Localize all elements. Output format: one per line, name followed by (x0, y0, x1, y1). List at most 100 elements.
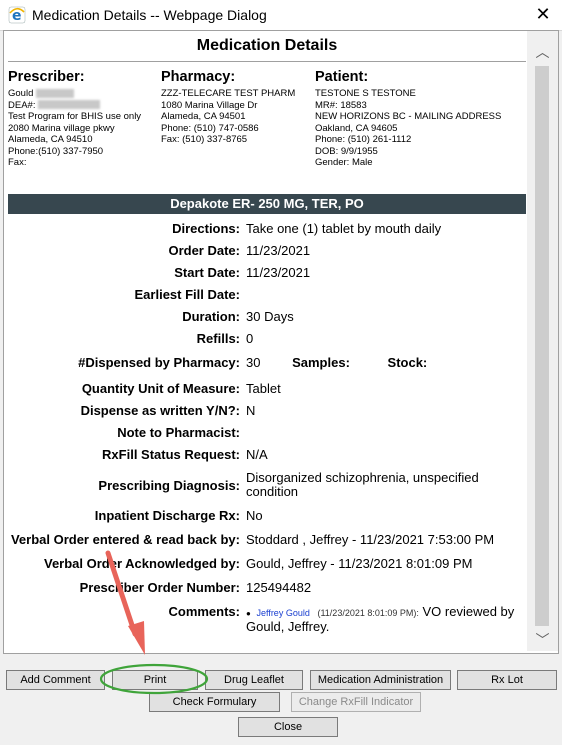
row-qty-unit: Quantity Unit of Measure: Tablet (8, 381, 526, 396)
label: Duration: (182, 309, 240, 324)
label: Inpatient Discharge Rx: (94, 508, 240, 523)
label: #Dispensed by Pharmacy: (78, 355, 240, 370)
value: 125494482 (246, 580, 312, 595)
pharmacy-address2: Alameda, CA 94501 (161, 111, 246, 122)
row-daw: Dispense as written Y/N?: N (8, 403, 526, 418)
label: Verbal Order entered & read back by: (10, 532, 240, 547)
row-diagnosis: Prescribing Diagnosis: Disorganized schi… (8, 471, 526, 499)
label: Note to Pharmacist: (117, 425, 240, 440)
medication-administration-button[interactable]: Medication Administration (310, 670, 451, 690)
scroll-thumb[interactable] (535, 66, 549, 626)
label: RxFill Status Request: (102, 447, 240, 462)
label: Order Date: (168, 243, 240, 258)
value: Disorganized schizophrenia, unspecified … (246, 470, 479, 499)
row-verbal-entered: Verbal Order entered & read back by: Sto… (8, 532, 526, 547)
ie-icon: e (8, 6, 26, 24)
value (246, 287, 516, 302)
label: Quantity Unit of Measure: (81, 381, 240, 396)
row-duration: Duration: 30 Days (8, 309, 526, 324)
prescriber-heading: Prescriber: (8, 69, 85, 85)
row-rxfill-status: RxFill Status Request: N/A (8, 447, 526, 462)
patient-dob: DOB: 9/9/1955 (315, 145, 378, 157)
prescriber-dea-label: DEA#: (8, 99, 36, 111)
patient-phone: Phone: (510) 261-1112 (315, 134, 412, 145)
value: No (246, 508, 263, 523)
dialog-frame: Medication Details Prescriber: Gould DEA… (3, 30, 559, 654)
row-verbal-ack: Verbal Order Acknowledged by: Gould, Jef… (8, 556, 526, 571)
comment-date: (11/23/2021 8:01:09 PM): (317, 608, 419, 618)
page-title: Medication Details (8, 37, 526, 62)
prescriber-phone: Phone:(510) 337-7950 (8, 145, 104, 157)
redacted-block (38, 100, 101, 110)
patient-address2: Oakland, CA 94605 (315, 122, 398, 134)
row-earliest-fill: Earliest Fill Date: (8, 287, 526, 302)
drug-banner: Depakote ER- 250 MG, TER, PO (8, 194, 526, 214)
value (246, 425, 516, 440)
value: 30 Days (246, 309, 294, 324)
prescriber-address2: Alameda, CA 94510 (8, 134, 93, 145)
label: Refills: (196, 331, 240, 346)
row-start-date: Start Date: 11/23/2021 (8, 265, 526, 280)
label: Earliest Fill Date: (134, 287, 240, 302)
row-refills: Refills: 0 (8, 331, 526, 346)
comment-author-link[interactable]: Jeffrey Gould (256, 608, 309, 618)
pharmacy-address1: 1080 Marina Village Dr (161, 99, 258, 111)
change-rxfill-indicator-button: Change RxFill Indicator (291, 692, 421, 712)
patient-mr: MR#: 18583 (315, 99, 367, 111)
patient-heading: Patient: (315, 69, 369, 85)
value: Stoddard , Jeffrey - 11/23/2021 7:53:00 … (246, 532, 495, 547)
content-pane: Medication Details Prescriber: Gould DEA… (8, 35, 526, 649)
patient-gender: Gender: Male (315, 157, 373, 168)
print-button[interactable]: Print (112, 670, 198, 690)
close-button[interactable]: Close (238, 717, 338, 737)
prescriber-program: Test Program for BHIS use only (8, 111, 142, 122)
label: Prescriber Order Number: (79, 580, 240, 595)
row-directions: Directions: Take one (1) tablet by mouth… (8, 221, 526, 236)
value: 11/23/2021 (246, 265, 311, 280)
label: Directions: (172, 221, 240, 236)
bullet-icon: ● (246, 609, 251, 618)
window-titlebar: e Medication Details -- Webpage Dialog ✕ (0, 0, 562, 31)
vertical-scrollbar[interactable]: ︿ ﹀ (527, 31, 558, 651)
row-order-date: Order Date: 11/23/2021 (8, 243, 526, 258)
dispensed-value: 30 (246, 355, 261, 370)
prescriber-address1: 2080 Marina village pkwy (8, 122, 115, 134)
scroll-up-icon[interactable]: ︿ (527, 41, 558, 63)
scroll-down-icon[interactable]: ﹀ (527, 629, 558, 651)
label: Verbal Order Acknowledged by: (43, 556, 240, 571)
close-icon[interactable]: ✕ (532, 3, 554, 25)
value: N (246, 403, 256, 418)
stock-label: Stock: (387, 355, 428, 370)
row-note: Note to Pharmacist: (8, 425, 526, 440)
pharmacy-block: Pharmacy: ZZZ-TELECARE TEST PHARM 1080 M… (161, 70, 295, 146)
value: Tablet (246, 381, 281, 396)
details-rows: Directions: Take one (1) tablet by mouth… (8, 221, 526, 634)
label: Prescribing Diagnosis: (98, 478, 240, 493)
rx-lot-button[interactable]: Rx Lot (457, 670, 557, 690)
row-order-number: Prescriber Order Number: 125494482 (8, 580, 526, 595)
pharmacy-name: ZZZ-TELECARE TEST PHARM (161, 88, 296, 99)
patient-name: TESTONE S TESTONE (315, 88, 416, 99)
samples-label: Samples: (292, 355, 350, 370)
row-comments: Comments: ● Jeffrey Gould (11/23/2021 8:… (8, 604, 526, 634)
pharmacy-phone: Phone: (510) 747-0586 (161, 122, 259, 134)
label: Comments: (168, 604, 240, 619)
value: Gould, Jeffrey - 11/23/2021 8:01:09 PM (246, 556, 473, 571)
patient-address1: NEW HORIZONS BC - MAILING ADDRESS (315, 111, 502, 122)
redacted-block (36, 88, 75, 98)
pharmacy-fax: Fax: (510) 337-8765 (161, 134, 248, 145)
parties-section: Prescriber: Gould DEA#: Test Program for… (8, 70, 526, 190)
prescriber-fax: Fax: (8, 157, 27, 168)
value: 30 Samples: Stock: (246, 355, 516, 370)
prescriber-name: Gould (8, 88, 34, 99)
value: N/A (246, 447, 268, 462)
window-title: Medication Details -- Webpage Dialog (32, 7, 267, 23)
check-formulary-button[interactable]: Check Formulary (149, 692, 280, 712)
patient-block: Patient: TESTONE S TESTONE MR#: 18583 NE… (315, 70, 501, 169)
row-inpatient-discharge: Inpatient Discharge Rx: No (8, 508, 526, 523)
value: 11/23/2021 (246, 243, 311, 258)
drug-leaflet-button[interactable]: Drug Leaflet (205, 670, 303, 690)
prescriber-block: Prescriber: Gould DEA#: Test Program for… (8, 70, 141, 169)
add-comment-button[interactable]: Add Comment (6, 670, 105, 690)
pharmacy-heading: Pharmacy: (161, 69, 236, 85)
